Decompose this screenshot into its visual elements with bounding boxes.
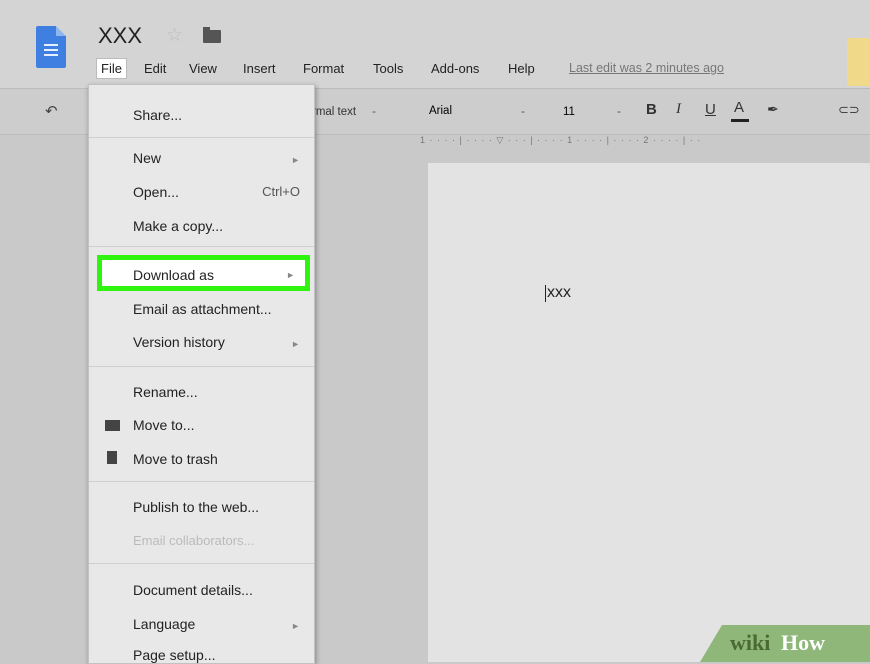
- menu-separator: [89, 366, 314, 367]
- submenu-arrow-icon: ►: [286, 270, 295, 280]
- paragraph-style-dropdown[interactable]: rmal text: [312, 106, 356, 118]
- menu-item-open[interactable]: Open...: [133, 184, 179, 200]
- document-page[interactable]: [428, 163, 870, 662]
- star-icon[interactable]: ☆: [166, 24, 183, 47]
- docs-logo-icon[interactable]: [36, 26, 66, 68]
- submenu-arrow-icon: ►: [291, 339, 300, 349]
- folder-icon[interactable]: [203, 27, 221, 43]
- document-title[interactable]: XXX: [98, 23, 142, 49]
- underline-button[interactable]: U: [705, 101, 716, 118]
- menu-item-label: New: [133, 150, 162, 166]
- bold-button[interactable]: B: [646, 101, 657, 118]
- menu-item-new[interactable]: New: [133, 150, 303, 166]
- trash-icon: [107, 451, 117, 464]
- file-menu-dropdown: Share... New ► Open... Ctrl+O Make a cop…: [88, 84, 315, 664]
- menu-item-page-setup[interactable]: Page setup...: [133, 647, 216, 663]
- watermark-how-text: How: [781, 630, 825, 655]
- shortcut-label: Ctrl+O: [262, 184, 300, 199]
- caret-down-icon[interactable]: -: [521, 104, 525, 118]
- caret-down-icon[interactable]: -: [617, 104, 621, 118]
- font-size-dropdown[interactable]: 11: [563, 106, 575, 118]
- menu-insert[interactable]: Insert: [243, 61, 276, 76]
- text-color-swatch: [731, 119, 749, 122]
- menu-item-version-history[interactable]: Version history: [133, 334, 225, 350]
- last-edit-link[interactable]: Last edit was 2 minutes ago: [569, 61, 724, 75]
- ruler[interactable]: 1 · · · · | · · · · ▽ · · · | · · · · 1 …: [420, 135, 870, 149]
- wikihow-watermark: wiki How: [700, 625, 870, 662]
- menu-item-language[interactable]: Language: [133, 616, 195, 632]
- menu-tools[interactable]: Tools: [373, 61, 403, 76]
- submenu-arrow-icon: ►: [291, 621, 300, 631]
- undo-icon[interactable]: ↶: [45, 102, 58, 120]
- menu-format[interactable]: Format: [303, 61, 344, 76]
- caret-down-icon[interactable]: -: [372, 104, 376, 118]
- document-text[interactable]: xxx: [547, 284, 571, 302]
- menu-separator: [89, 246, 314, 247]
- menu-view[interactable]: View: [189, 61, 217, 76]
- menu-addons[interactable]: Add-ons: [431, 61, 479, 76]
- menu-item-rename[interactable]: Rename...: [133, 384, 198, 400]
- menu-edit[interactable]: Edit: [144, 61, 166, 76]
- italic-button[interactable]: I: [676, 101, 681, 118]
- menu-item-move-to[interactable]: Move to...: [133, 417, 194, 433]
- menu-item-publish-web[interactable]: Publish to the web...: [133, 499, 259, 515]
- menu-item-document-details[interactable]: Document details...: [133, 582, 253, 598]
- link-icon[interactable]: ⊂⊃: [838, 102, 860, 118]
- watermark-wiki-text: wiki: [730, 630, 771, 655]
- menu-file[interactable]: File: [96, 58, 127, 79]
- folder-icon: [105, 420, 120, 431]
- menu-separator: [89, 137, 314, 138]
- menu-item-download-as[interactable]: Download as ►: [97, 255, 310, 291]
- submenu-arrow-icon: ►: [291, 155, 300, 165]
- menu-item-email-collaborators: Email collaborators...: [133, 533, 255, 548]
- text-color-button[interactable]: A: [734, 99, 744, 116]
- font-dropdown[interactable]: Arial: [429, 105, 452, 117]
- menu-item-share[interactable]: Share...: [133, 107, 182, 123]
- menu-item-email-attachment[interactable]: Email as attachment...: [133, 301, 272, 317]
- share-button[interactable]: [847, 38, 870, 86]
- menu-help[interactable]: Help: [508, 61, 535, 76]
- menu-item-label: Download as: [133, 267, 214, 283]
- menu-separator: [89, 563, 314, 564]
- text-cursor: [545, 285, 546, 302]
- menu-item-make-copy[interactable]: Make a copy...: [133, 218, 223, 234]
- menu-separator: [89, 481, 314, 482]
- menu-item-move-trash[interactable]: Move to trash: [133, 451, 218, 467]
- highlight-pen-icon[interactable]: ✒: [767, 101, 779, 118]
